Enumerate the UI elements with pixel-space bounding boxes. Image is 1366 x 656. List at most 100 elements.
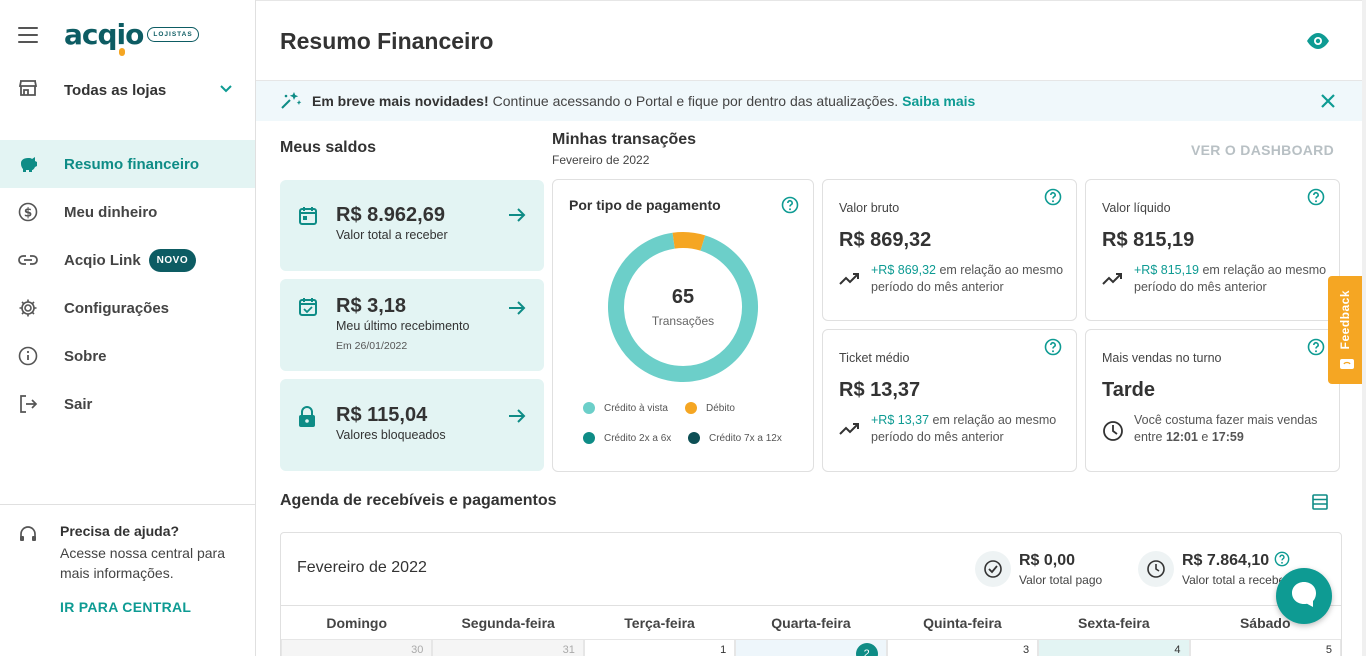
gear-icon: [18, 298, 38, 318]
sidebar-item-sobre[interactable]: Sobre: [0, 332, 255, 380]
sidebar-item-meu-dinheiro[interactable]: $ Meu dinheiro: [0, 188, 255, 236]
sidebar-item-label: Acqio Link: [64, 251, 141, 269]
calendar: Fevereiro de 2022 R$ 0,00 Valor total pag…: [280, 532, 1342, 656]
calendar-day[interactable]: 3: [886, 639, 1039, 656]
chat-icon: [1289, 579, 1319, 614]
legend-dot: [688, 432, 700, 444]
sidebar-item-acqio-link[interactable]: Acqio Link NOVO: [0, 236, 255, 284]
store-icon: [18, 78, 38, 103]
help-center-link[interactable]: IR PARA CENTRAL: [60, 599, 255, 615]
sidebar-item-label: Configurações: [64, 299, 170, 317]
list-view-icon[interactable]: [1312, 494, 1328, 515]
arrow-right-icon[interactable]: [508, 207, 526, 228]
kpi-label: Valor líquido: [1102, 201, 1171, 215]
calendar-check-icon: [298, 297, 318, 322]
help-circle-icon[interactable]: [1044, 188, 1062, 211]
close-icon[interactable]: [1320, 93, 1336, 112]
sidebar-item-resumo-financeiro[interactable]: Resumo financeiro: [0, 140, 255, 188]
calendar-day-today[interactable]: 2: [735, 639, 887, 656]
eye-icon[interactable]: [1306, 32, 1330, 55]
legend-item: Crédito 2x a 6x: [583, 432, 671, 444]
trending-up-icon: [839, 272, 861, 291]
calendar-day[interactable]: 5: [1189, 639, 1341, 656]
legend-dot: [685, 402, 697, 414]
check-circle-icon: [975, 551, 1011, 587]
weekday-label: Quinta-feira: [923, 615, 1002, 631]
arrow-right-icon[interactable]: [508, 408, 526, 429]
kpi-value: R$ 869,32: [839, 229, 932, 251]
new-badge: NOVO: [148, 248, 197, 272]
weekday-label: Sexta-feira: [1078, 615, 1150, 631]
kpi-card-valor-liquido: Valor líquido R$ 815,19 +R$ 815,19 em re…: [1085, 179, 1340, 321]
pie-total: 65: [671, 286, 695, 308]
help-title: Precisa de ajuda?: [60, 523, 180, 539]
balance-card-ultimo[interactable]: R$ 3,18 Meu último recebimento Em 26/01/…: [280, 279, 544, 371]
kpi-label: Ticket médio: [839, 351, 910, 365]
help-circle-icon[interactable]: [1307, 338, 1325, 361]
sidebar-nav: Resumo financeiro $ Meu dinheiro Acqio L…: [0, 140, 255, 428]
balance-label: Meu último recebimento: [336, 319, 470, 333]
sidebar-item-sair[interactable]: Sair: [0, 380, 255, 428]
sidebar-item-label: Meu dinheiro: [64, 203, 158, 221]
donut-slice[interactable]: [672, 232, 706, 251]
help-circle-icon[interactable]: [1044, 338, 1062, 361]
dollar-circle-icon: $: [18, 202, 38, 222]
agenda-title: Agenda de recebíveis e pagamentos: [280, 492, 557, 509]
weekday-label: Terça-feira: [624, 615, 695, 631]
kpi-comparison: +R$ 869,32 em relação ao mesmo período d…: [871, 263, 1064, 294]
kpi-value: R$ 815,19: [1102, 229, 1195, 251]
calendar-day[interactable]: 4: [1038, 639, 1190, 656]
page-title: Resumo Financeiro: [280, 28, 494, 54]
balance-label: Valor total a receber: [336, 228, 448, 242]
logo-tag: LOJISTAS: [147, 27, 199, 42]
payment-type-card: Por tipo de pagamento 65 Transações Créd…: [552, 179, 814, 472]
total-receber: R$ 7.864,10 Valor total a receber: [1138, 551, 1290, 587]
news-banner: Em breve mais novidades! Continue acessa…: [256, 81, 1366, 121]
chevron-down-icon[interactable]: [219, 81, 233, 99]
feedback-tab[interactable]: Feedback: [1328, 276, 1366, 384]
store-selector[interactable]: Todas as lojas: [0, 70, 255, 110]
trending-up-icon: [839, 422, 861, 441]
calendar-week: 30 31 1 2 3 4 5: [281, 639, 1341, 656]
calendar-day[interactable]: 31: [432, 639, 584, 656]
info-icon: [18, 346, 38, 366]
scrollbar[interactable]: [1362, 0, 1366, 656]
trending-up-icon: [1102, 272, 1124, 291]
help-circle-icon[interactable]: [1307, 188, 1325, 211]
kpi-value: R$ 13,37: [839, 379, 921, 401]
clock-icon: [1138, 551, 1174, 587]
receber-label: Valor total a receber: [1182, 573, 1282, 587]
kpi-card-valor-bruto: Valor bruto R$ 869,32 +R$ 869,32 em rela…: [822, 179, 1077, 321]
banner-link[interactable]: Saiba mais: [902, 93, 975, 109]
balance-amount: R$ 3,18: [336, 295, 407, 317]
weekday-header: Domingo Segunda-feira Terça-feira Quarta…: [281, 605, 1341, 639]
help-circle-icon[interactable]: [1274, 551, 1290, 569]
total-pago: R$ 0,00 Valor total pago: [975, 551, 1102, 587]
saldos-title: Meus saldos: [280, 139, 377, 156]
help-circle-icon[interactable]: [781, 196, 799, 219]
chat-button[interactable]: [1276, 568, 1332, 624]
arrow-right-icon[interactable]: [508, 300, 526, 321]
banner-text: Continue acessando o Portal e fique por …: [492, 93, 899, 109]
balance-card-total[interactable]: R$ 8.962,69 Valor total a receber: [280, 180, 544, 271]
balance-amount: R$ 8.962,69: [336, 204, 445, 226]
logo-row: acqio LOJISTAS: [18, 18, 199, 56]
sidebar-item-configuracoes[interactable]: Configurações: [0, 284, 255, 332]
sidebar: acqio LOJISTAS Todas as lojas Resumo fin…: [0, 0, 256, 656]
calendar-day[interactable]: 30: [281, 639, 433, 656]
legend-item: Crédito à vista: [583, 402, 668, 414]
calendar-icon: [298, 206, 318, 231]
balance-label: Valores bloqueados: [336, 428, 446, 442]
balance-card-bloqueados[interactable]: R$ 115,04 Valores bloqueados: [280, 379, 544, 471]
calendar-month: Fevereiro de 2022: [297, 559, 427, 576]
page-header: Resumo Financeiro: [256, 0, 1366, 81]
kpi-card-ticket-medio: Ticket médio R$ 13,37 +R$ 13,37 em relaç…: [822, 329, 1077, 472]
calendar-day[interactable]: 1: [583, 639, 736, 656]
piggy-bank-icon: [18, 154, 38, 174]
legend-item: Crédito 7x a 12x: [688, 432, 782, 444]
view-dashboard-link[interactable]: VER O DASHBOARD: [1191, 142, 1334, 158]
menu-icon[interactable]: [18, 26, 38, 43]
weekday-label: Quarta-feira: [771, 615, 851, 631]
sidebar-item-label: Sair: [64, 395, 93, 413]
legend-dot: [583, 432, 595, 444]
